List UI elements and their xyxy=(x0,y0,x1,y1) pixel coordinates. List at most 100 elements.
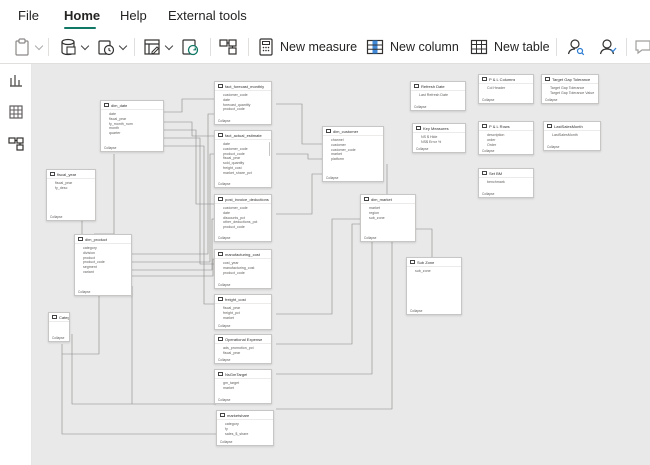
table-fact-forecast-monthly[interactable]: fact_forecast_monthly customer_code date… xyxy=(214,81,272,125)
table-dim-date[interactable]: dim_date date fiscal_year fy_month_num m… xyxy=(100,100,164,152)
collapse-toggle[interactable]: Collapse xyxy=(78,290,90,294)
refresh-button[interactable] xyxy=(180,36,200,58)
column-field[interactable]: market xyxy=(223,316,271,321)
manage-relationships-button[interactable] xyxy=(218,36,238,58)
column-field[interactable]: fy_desc xyxy=(55,186,95,191)
transform-data-button[interactable] xyxy=(142,36,174,58)
ribbon-divider xyxy=(210,38,211,56)
table-pl-rows[interactable]: P & L Rows description order Order Colla… xyxy=(478,121,534,155)
collapse-toggle[interactable]: Collapse xyxy=(410,309,422,313)
collapse-toggle[interactable]: Collapse xyxy=(218,182,230,186)
table-dim-product[interactable]: dim_product category division product pr… xyxy=(74,234,132,296)
table-pl-columns[interactable]: P & L Columns Col Header Collapse xyxy=(478,74,534,104)
menu-external-tools[interactable]: External tools xyxy=(168,8,247,23)
table-dim-customer[interactable]: dim_customer channel customer customer_c… xyxy=(322,126,384,182)
column-field[interactable]: sales_$_share xyxy=(225,432,273,437)
collapse-toggle[interactable]: Collapse xyxy=(482,98,494,102)
table-icon xyxy=(52,315,57,319)
collapse-toggle[interactable]: Collapse xyxy=(545,98,557,102)
table-marketshare[interactable]: marketshare category fy sales_$_share Co… xyxy=(216,410,274,446)
comment-button[interactable] xyxy=(634,36,650,58)
table-dim-market[interactable]: dim_market market region sub_zone Collap… xyxy=(360,194,416,242)
collapse-toggle[interactable]: Collapse xyxy=(326,176,338,180)
chevron-down-icon xyxy=(80,41,90,50)
collapse-toggle[interactable]: Collapse xyxy=(547,145,559,149)
ribbon-divider xyxy=(626,38,627,56)
recent-sources-button[interactable] xyxy=(96,36,128,58)
table-set-bm[interactable]: Set BM benchmark Collapse xyxy=(478,168,534,198)
ribbon-divider xyxy=(248,38,249,56)
paste-button[interactable] xyxy=(12,36,44,58)
column-field[interactable]: Last Refresh Date xyxy=(419,93,465,98)
collapse-toggle[interactable]: Collapse xyxy=(218,119,230,123)
column-field[interactable]: variant xyxy=(83,270,131,275)
collapse-toggle[interactable]: Collapse xyxy=(218,283,230,287)
table-sub-zone[interactable]: Sub Zone sub_zone Collapse xyxy=(406,257,462,315)
collapse-toggle[interactable]: Collapse xyxy=(50,215,62,219)
table-post-invoice-deductions[interactable]: post_invoice_deductions customer_code da… xyxy=(214,194,272,242)
ribbon-toolbar: New measure New column New table xyxy=(0,30,650,64)
table-target-gap-tolerance[interactable]: Target Gap Tolerance Target Gap Toleranc… xyxy=(541,74,599,104)
collapse-toggle[interactable]: Collapse xyxy=(482,149,494,153)
relationships-icon xyxy=(219,39,237,55)
collapse-toggle[interactable]: Collapse xyxy=(482,192,494,196)
table-icon xyxy=(218,133,223,137)
collapse-toggle[interactable]: Collapse xyxy=(416,147,428,151)
column-field[interactable]: benchmark xyxy=(487,180,533,185)
column-field[interactable]: market_share_pct xyxy=(223,171,271,176)
column-field[interactable]: sub_zone xyxy=(369,216,415,221)
table-key-measures[interactable]: Key Measures NS $ Hide NS$ Error % Colla… xyxy=(412,123,466,153)
table-refresh-date[interactable]: Refresh Date Last Refresh Date Collapse xyxy=(410,81,466,111)
menu-home[interactable]: Home xyxy=(64,8,100,23)
column-field[interactable]: fiscal_year xyxy=(223,351,271,356)
table-view-icon[interactable] xyxy=(8,104,24,120)
manage-roles-button[interactable] xyxy=(566,36,586,58)
model-canvas[interactable]: dim_date date fiscal_year fy_month_num m… xyxy=(32,64,650,465)
collapse-toggle[interactable]: Collapse xyxy=(414,105,426,109)
table-last-sales-month[interactable]: LastSalesMonth LastSalesMonth Collapse xyxy=(543,121,601,151)
view-as-button[interactable] xyxy=(598,36,618,58)
table-freight-cost[interactable]: freight_cost fiscal_year freight_pct mar… xyxy=(214,294,272,330)
column-field[interactable]: NS$ Error % xyxy=(421,140,465,145)
person-search-icon xyxy=(567,39,585,56)
collapse-toggle[interactable]: Collapse xyxy=(218,398,230,402)
column-field[interactable]: Col Header xyxy=(487,86,533,91)
column-field[interactable]: LastSalesMonth xyxy=(552,133,600,138)
scrollbar[interactable] xyxy=(268,142,270,156)
get-data-button[interactable] xyxy=(58,36,90,58)
active-tab-indicator xyxy=(64,27,96,29)
column-field[interactable]: product_code xyxy=(223,225,271,230)
new-column-button[interactable]: New column xyxy=(366,36,459,58)
collapse-toggle[interactable]: Collapse xyxy=(218,236,230,240)
collapse-toggle[interactable]: Collapse xyxy=(52,336,64,340)
model-view-icon[interactable] xyxy=(8,136,24,152)
column-field[interactable]: quarter xyxy=(109,131,163,136)
column-field[interactable]: Order xyxy=(487,143,533,148)
collapse-toggle[interactable]: Collapse xyxy=(220,440,232,444)
column-field[interactable]: product_code xyxy=(223,271,271,276)
collapse-toggle[interactable]: Collapse xyxy=(218,358,230,362)
new-table-button[interactable]: New table xyxy=(470,36,550,58)
table-icon xyxy=(218,372,223,376)
collapse-toggle[interactable]: Collapse xyxy=(104,146,116,150)
table-icon xyxy=(218,297,223,301)
table-icon xyxy=(482,124,487,128)
table-nsgm-target[interactable]: NsGmTarget gm_target market Collapse xyxy=(214,369,272,404)
view-switcher xyxy=(0,64,32,465)
column-field[interactable]: market xyxy=(223,386,271,391)
column-field[interactable]: sub_zone xyxy=(415,269,461,274)
column-field[interactable]: platform xyxy=(331,157,383,162)
column-field[interactable]: Target Gap Tolerance Value xyxy=(550,91,598,96)
table-fact-actual-estimate[interactable]: fact_actual_estimate date customer_code … xyxy=(214,130,272,188)
table-category[interactable]: Category Collapse xyxy=(48,312,70,342)
menu-help[interactable]: Help xyxy=(120,8,147,23)
table-fiscal-year[interactable]: fiscal_year fiscal_year fy_desc Collapse xyxy=(46,169,96,221)
collapse-toggle[interactable]: Collapse xyxy=(364,236,376,240)
collapse-toggle[interactable]: Collapse xyxy=(218,324,230,328)
new-measure-button[interactable]: New measure xyxy=(258,36,357,58)
report-view-icon[interactable] xyxy=(8,72,24,88)
column-field[interactable]: product_code xyxy=(223,107,271,112)
table-manufacturing-cost[interactable]: manufacturing_cost cost_year manufacturi… xyxy=(214,249,272,289)
menu-file[interactable]: File xyxy=(18,8,39,23)
table-operational-expense[interactable]: Operational Expense ads_promotion_pct fi… xyxy=(214,334,272,364)
